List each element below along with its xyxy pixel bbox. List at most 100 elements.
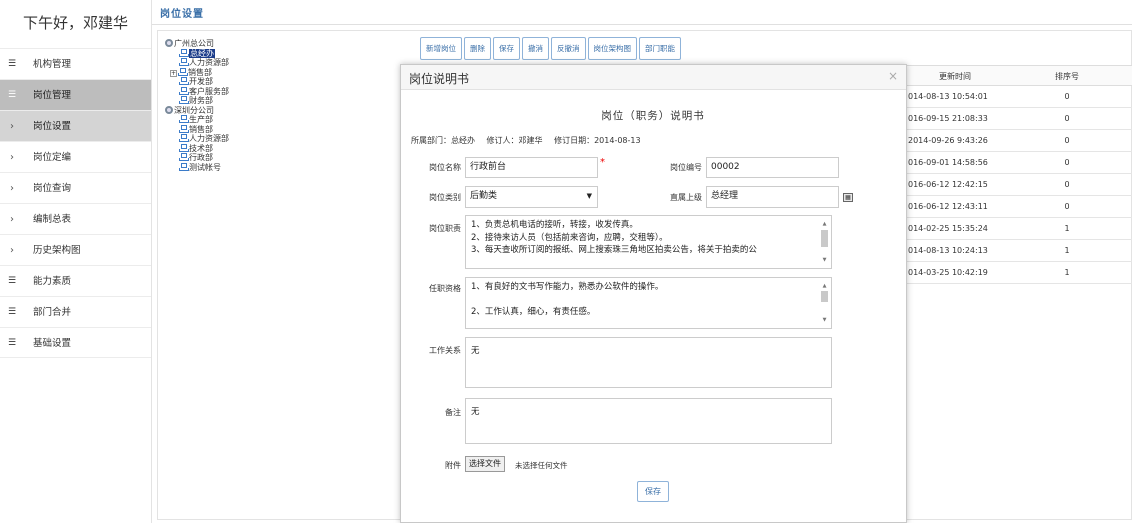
scroll-thumb[interactable]: [821, 291, 828, 302]
sidebar-item-staffing-table[interactable]: › 编制总表: [0, 203, 151, 234]
qualification-line: 2、工作认真，细心，有责任感。: [471, 307, 596, 317]
remark-textarea[interactable]: 无: [465, 398, 832, 444]
cell-time: 014-03-25 10:42:19: [908, 268, 988, 277]
tree-node[interactable]: 客户服务部: [165, 86, 395, 97]
org-tree: 广州总公司 总经办 人力资源部 + 销售部 开发部 客户服务部 财务部 深圳分公司…: [165, 39, 395, 172]
tree-node-root[interactable]: 广州总公司: [165, 39, 395, 49]
table-row[interactable]: 016-09-15 21:08:33 0: [906, 108, 1132, 130]
column-header[interactable]: 排序号: [1002, 66, 1132, 85]
cell-time: 016-06-12 12:42:15: [908, 180, 988, 189]
list-icon: ☰: [7, 307, 17, 317]
scrollbar[interactable]: ▲ ▼: [820, 218, 829, 266]
cell-order: 0: [1064, 136, 1070, 145]
org-icon: [178, 67, 188, 76]
sidebar-item-competency[interactable]: ☰ 能力素质: [0, 265, 151, 296]
tree-node[interactable]: 技术部: [165, 143, 395, 154]
sidebar-item-post-query[interactable]: › 岗位查询: [0, 172, 151, 203]
sidebar-item-post-settings[interactable]: › 岗位设置: [0, 110, 151, 141]
relation-label: 工作关系: [429, 346, 461, 355]
save-button[interactable]: 保存: [493, 37, 520, 60]
relation-textarea[interactable]: 无: [465, 337, 832, 388]
post-category-select[interactable]: 后勤类 ▼: [465, 186, 598, 208]
cell-order: 1: [1064, 246, 1070, 255]
meta-date: 修订日期：2014-08-13: [554, 136, 641, 145]
cell-order: 0: [1064, 92, 1070, 101]
tree-node[interactable]: + 销售部: [165, 67, 395, 78]
tree-node[interactable]: 开发部: [165, 77, 395, 87]
sidebar-item-label: 岗位设置: [33, 121, 72, 132]
table-row[interactable]: 016-06-12 12:43:11 0: [906, 196, 1132, 218]
tree-node[interactable]: 行政部: [165, 153, 395, 163]
tree-node[interactable]: 生产部: [165, 115, 395, 125]
redo-button[interactable]: 反撤消: [551, 37, 586, 60]
scroll-thumb[interactable]: [821, 230, 828, 247]
sidebar-item-post-quota[interactable]: › 岗位定编: [0, 141, 151, 172]
chevron-right-icon: ›: [10, 245, 14, 256]
table-row[interactable]: 016-09-01 14:58:56 0: [906, 152, 1132, 174]
sidebar-item-label: 历史架构图: [33, 245, 81, 256]
chevron-right-icon: ›: [10, 152, 14, 163]
post-table: 更新时间 排序号 014-08-13 10:54:01 0 016-09-15 2…: [906, 65, 1132, 284]
sidebar-item-label: 机构管理: [33, 59, 72, 70]
cell-order: 1: [1064, 224, 1070, 233]
tree-node[interactable]: 财务部: [165, 96, 395, 106]
tree-node[interactable]: 人力资源部: [165, 58, 395, 68]
close-icon[interactable]: ×: [888, 69, 898, 83]
qualification-label: 任职资格: [429, 284, 461, 293]
tree-node[interactable]: 总经办: [165, 48, 395, 58]
org-icon: [179, 96, 189, 104]
list-icon: ☰: [7, 90, 17, 100]
org-icon: [179, 143, 189, 152]
sidebar-item-basic-settings[interactable]: ☰ 基础设置: [0, 327, 151, 358]
cell-time: 014-02-25 15:35:24: [908, 224, 988, 233]
post-description-dialog: 岗位说明书 × 岗位（职务）说明书 所属部门：总经办 修订人：邓建华 修订日期：…: [400, 64, 907, 523]
page-title: 岗位设置: [160, 9, 204, 20]
post-name-input[interactable]: 行政前台: [465, 157, 598, 178]
cell-order: 0: [1064, 158, 1070, 167]
scroll-up-icon[interactable]: ▲: [821, 218, 828, 231]
post-chart-button[interactable]: 岗位架构图: [587, 37, 637, 60]
sidebar-item-dept-merge[interactable]: ☰ 部门合并: [0, 296, 151, 327]
superior-input[interactable]: 总经理: [706, 186, 839, 208]
qualification-textarea[interactable]: 1、有良好的文书写作能力，熟悉办公软件的操作。 2、工作认真，细心，有责任感。 …: [465, 277, 832, 329]
scroll-down-icon[interactable]: ▼: [821, 254, 828, 267]
table-row[interactable]: 2014-09-26 9:43:26 0: [906, 130, 1132, 152]
undo-button[interactable]: 撤消: [522, 37, 549, 60]
org-icon: [179, 86, 189, 95]
cell-time: 2014-09-26 9:43:26: [908, 136, 988, 145]
scroll-down-icon[interactable]: ▼: [821, 314, 828, 327]
duty-line: 1、负责总机电话的接听，转接，收发传真。: [471, 220, 638, 230]
sidebar-item-post-mgmt[interactable]: ☰ 岗位管理: [0, 79, 151, 110]
add-post-button[interactable]: 新增岗位: [420, 37, 462, 60]
picker-icon[interactable]: ▦: [843, 193, 853, 202]
cell-order: 0: [1064, 202, 1070, 211]
cell-time: 016-06-12 12:43:11: [908, 202, 988, 211]
tree-node[interactable]: 销售部: [165, 124, 395, 135]
column-header[interactable]: 更新时间: [906, 66, 1002, 85]
list-icon: ☰: [7, 276, 17, 286]
tree-node[interactable]: 测试帐号: [165, 162, 395, 173]
org-icon: [179, 115, 189, 123]
chevron-right-icon: ›: [10, 121, 14, 132]
table-row[interactable]: 014-02-25 15:35:24 1: [906, 218, 1132, 240]
org-icon: [179, 153, 189, 161]
delete-button[interactable]: 删除: [464, 37, 491, 60]
table-row[interactable]: 016-06-12 12:42:15 0: [906, 174, 1132, 196]
sidebar-item-history-chart[interactable]: › 历史架构图: [0, 234, 151, 265]
meta-author: 修订人：邓建华: [486, 136, 543, 145]
table-row[interactable]: 014-08-13 10:24:13 1: [906, 240, 1132, 262]
required-mark: *: [600, 157, 605, 168]
choose-file-button[interactable]: 选择文件: [465, 456, 505, 472]
tree-node[interactable]: 人力资源部: [165, 134, 395, 144]
post-code-input[interactable]: 00002: [706, 157, 839, 178]
dialog-save-button[interactable]: 保存: [637, 481, 669, 502]
dept-function-button[interactable]: 部门职能: [639, 37, 681, 60]
expand-icon[interactable]: +: [170, 69, 177, 77]
duty-textarea[interactable]: 1、负责总机电话的接听，转接，收发传真。 2、接待来访人员（包括前来咨询，应聘，…: [465, 215, 832, 269]
table-row[interactable]: 014-03-25 10:42:19 1: [906, 262, 1132, 284]
tree-node-root[interactable]: 深圳分公司: [165, 105, 395, 116]
cell-order: 0: [1064, 180, 1070, 189]
table-row[interactable]: 014-08-13 10:54:01 0: [906, 86, 1132, 108]
scrollbar[interactable]: ▲ ▼: [820, 280, 829, 326]
sidebar-item-org[interactable]: ☰ 机构管理: [0, 48, 151, 79]
